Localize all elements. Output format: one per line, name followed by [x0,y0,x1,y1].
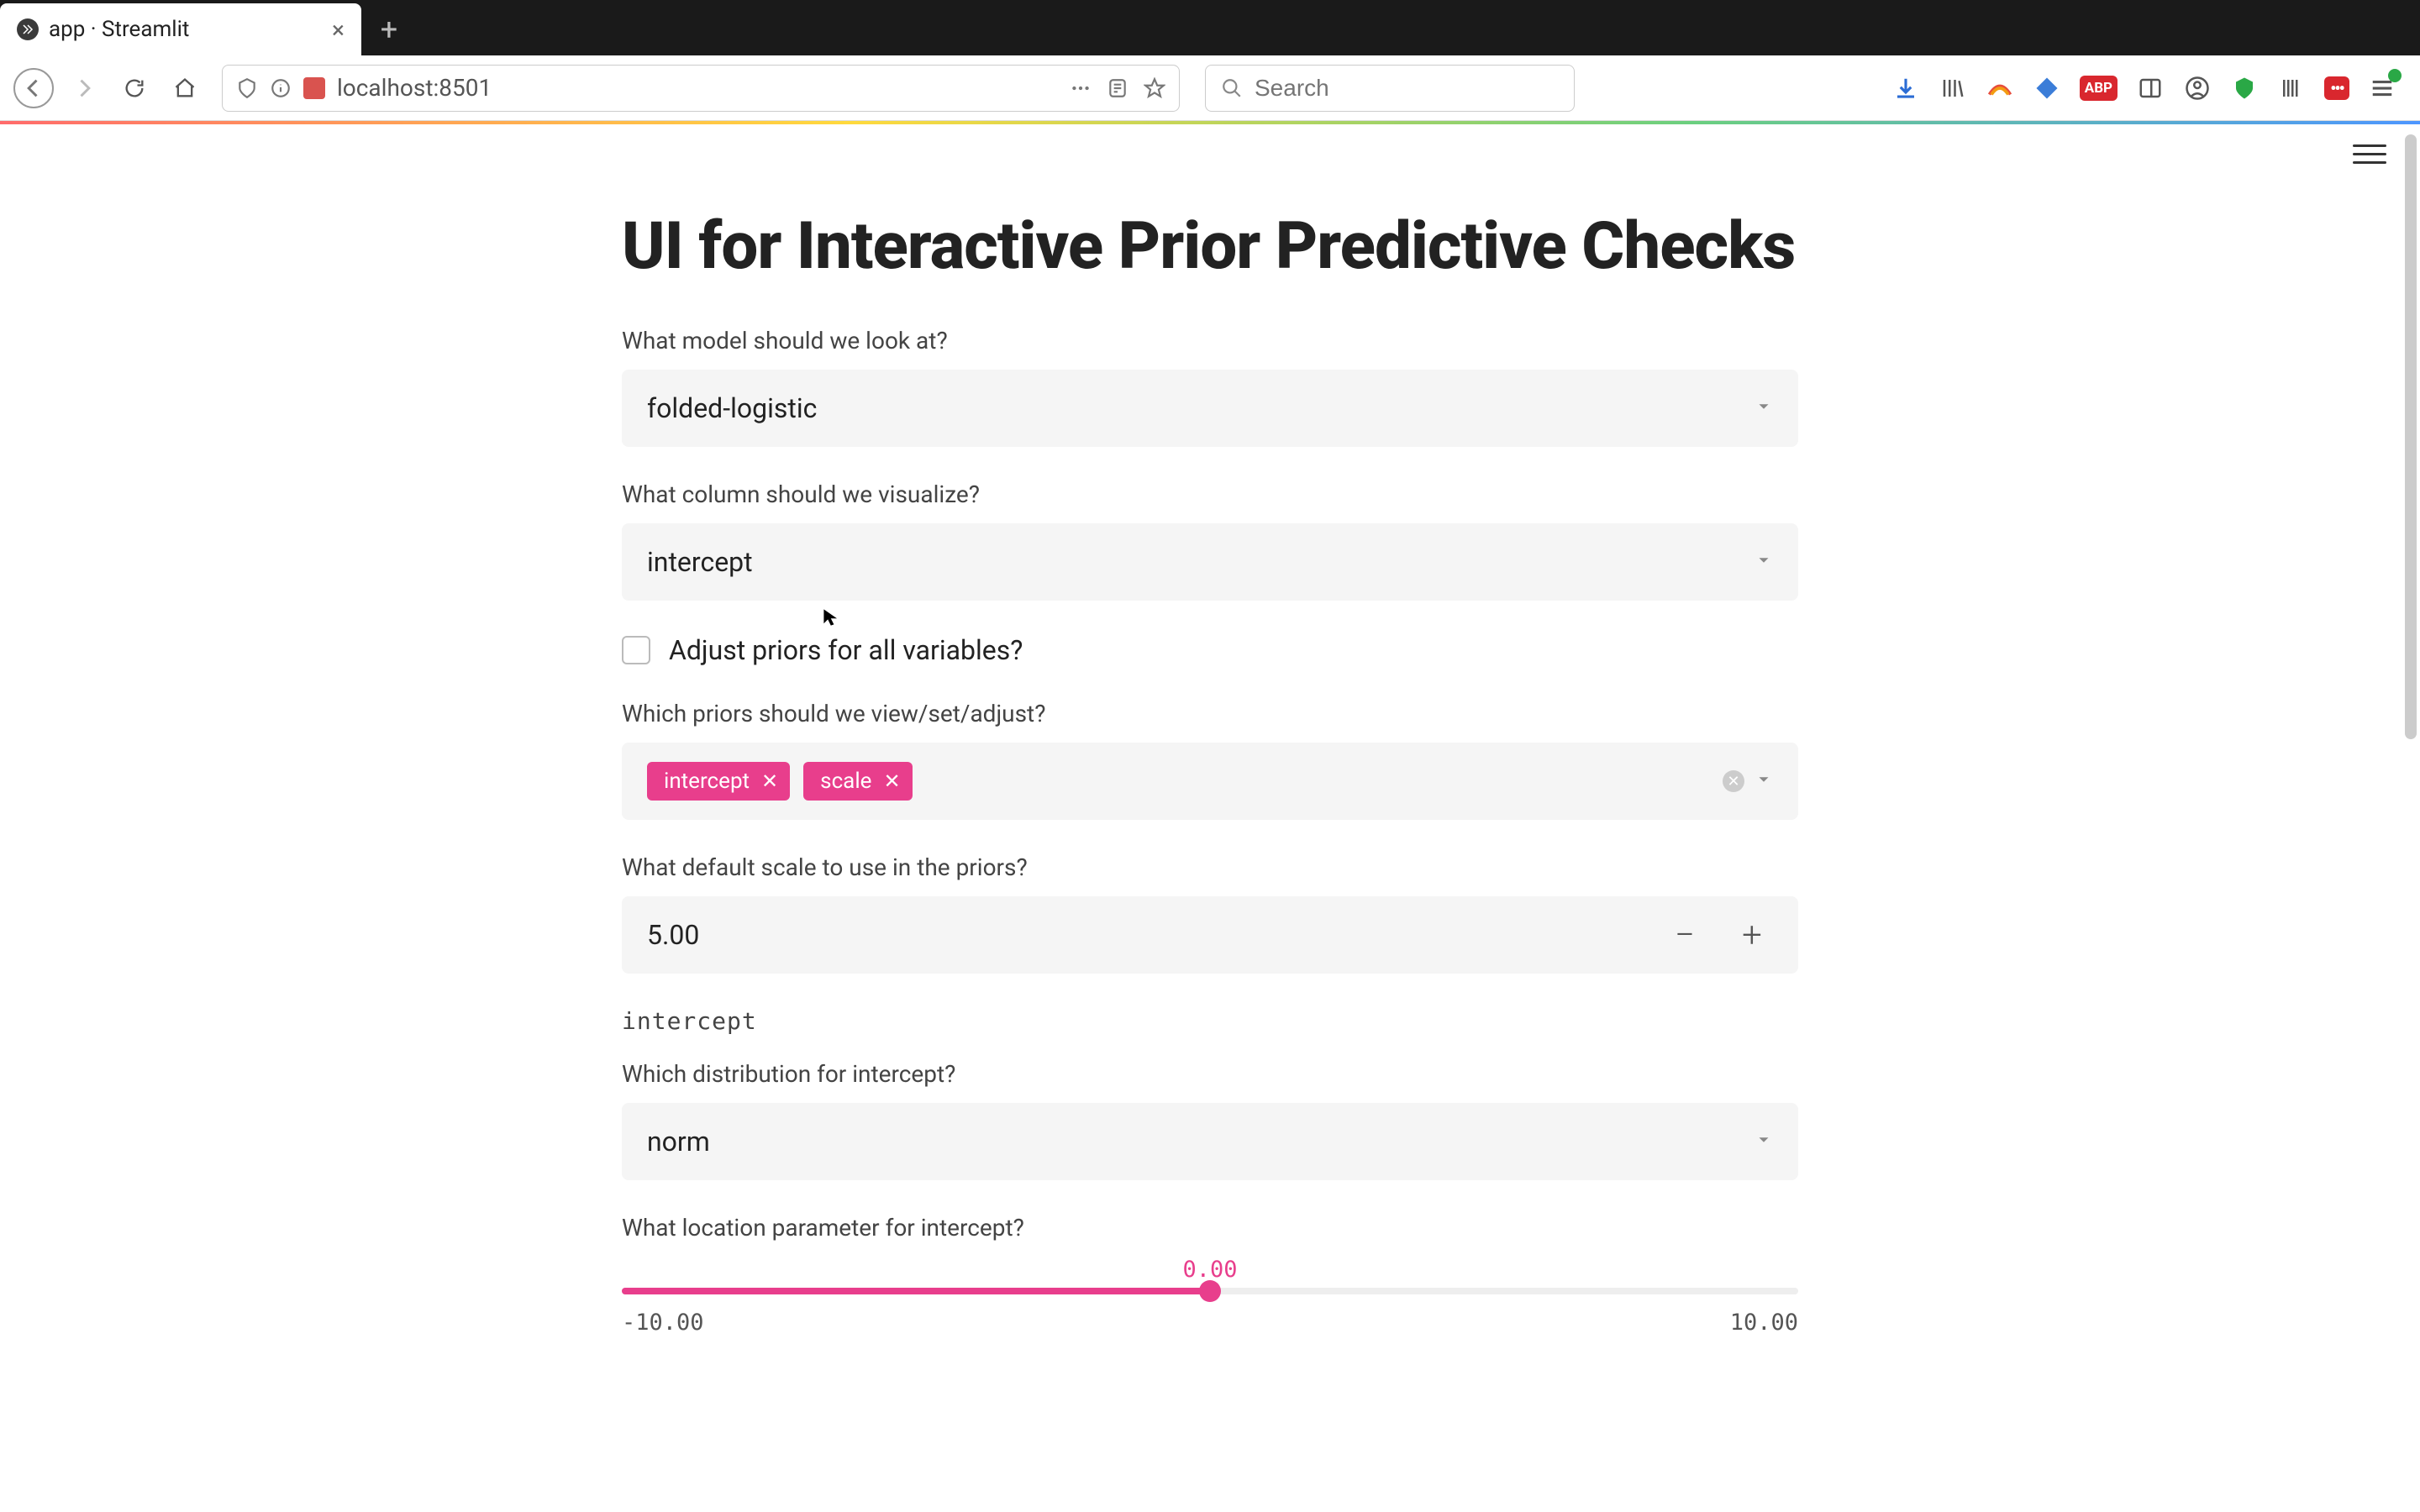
sidebar-icon[interactable] [2136,74,2165,102]
decrement-button[interactable]: − [1664,915,1706,956]
reload-button[interactable] [114,68,155,108]
dist-select[interactable]: norm [622,1103,1798,1180]
tab-favicon-icon [17,18,39,40]
slider-min: -10.00 [622,1310,704,1336]
toolbar-extensions: ABP ••• [1891,74,2407,102]
slider-track[interactable] [622,1288,1798,1294]
tag-remove-icon[interactable]: ✕ [883,769,900,793]
privacy-badger-icon[interactable] [2230,74,2259,102]
section-label: intercept [622,1007,1798,1035]
forward-button[interactable] [64,68,104,108]
url-text: localhost:8501 [337,74,1058,102]
search-input[interactable] [1255,75,1559,102]
new-tab-button[interactable]: + [361,3,417,55]
scale-value: 5.00 [647,919,1664,951]
search-icon [1221,77,1243,99]
scale-label: What default scale to use in the priors? [622,853,1798,881]
reader-icon[interactable] [1107,77,1128,99]
page-title: UI for Interactive Prior Predictive Chec… [622,208,1798,285]
tag-label: scale [820,769,871,794]
shield-icon[interactable] [236,77,258,99]
scale-number-input[interactable]: 5.00 − + [622,896,1798,974]
column-select[interactable]: intercept [622,523,1798,601]
extension-diamond-icon[interactable] [2033,74,2061,102]
container-icon[interactable] [303,77,325,99]
model-select[interactable]: folded-logistic [622,370,1798,447]
tab-bar: app · Streamlit × + [0,0,2420,55]
chevron-down-icon [1754,1131,1773,1152]
dist-select-value: norm [647,1126,1754,1158]
slider-max: 10.00 [1730,1310,1798,1336]
tab-close-icon[interactable]: × [332,16,345,44]
adjust-all-checkbox-row[interactable]: Adjust priors for all variables? [622,634,1798,666]
main-content: UI for Interactive Prior Predictive Chec… [622,183,1798,1336]
priors-multiselect[interactable]: intercept ✕ scale ✕ ✕ [622,743,1798,820]
tag-intercept[interactable]: intercept ✕ [647,762,790,801]
tag-label: intercept [664,769,750,794]
search-box[interactable] [1205,65,1575,112]
clear-all-icon[interactable]: ✕ [1723,770,1744,792]
adblock-icon[interactable]: ABP [2080,76,2118,101]
column-label: What column should we visualize? [622,480,1798,508]
loc-label: What location parameter for intercept? [622,1214,1798,1242]
account-icon[interactable] [2183,74,2212,102]
library-icon[interactable] [1939,74,1967,102]
column-select-value: intercept [647,546,1754,578]
bookmark-star-icon[interactable] [1144,77,1165,99]
cursor-icon [822,607,842,627]
meatballs-icon[interactable] [1070,77,1092,99]
priors-label: Which priors should we view/set/adjust? [622,700,1798,727]
downloads-icon[interactable] [1891,74,1920,102]
lastpass-icon[interactable]: ••• [2324,76,2349,100]
info-icon[interactable] [270,77,292,99]
dist-label: Which distribution for intercept? [622,1060,1798,1088]
tab-title: app · Streamlit [49,17,322,42]
app-menu-button[interactable] [2353,137,2386,171]
home-button[interactable] [165,68,205,108]
adjust-all-checkbox[interactable] [622,636,650,664]
slider-fill [622,1288,1210,1294]
vertical-scrollbar[interactable] [2405,134,2417,739]
extension-bars-icon[interactable] [2277,74,2306,102]
model-select-value: folded-logistic [647,392,1754,424]
browser-toolbar: localhost:8501 [0,55,2420,121]
slider-current-value: 0.00 [622,1257,1798,1283]
model-label: What model should we look at? [622,327,1798,354]
tag-remove-icon[interactable]: ✕ [761,769,778,793]
browser-chrome: app · Streamlit × + localhost:8501 [0,0,2420,124]
chevron-down-icon [1754,397,1773,419]
adjust-all-label: Adjust priors for all variables? [669,634,1023,666]
app-header [0,124,2420,183]
slider-thumb[interactable] [1199,1280,1221,1302]
increment-button[interactable]: + [1731,915,1773,956]
chevron-down-icon[interactable] [1754,770,1773,792]
loc-slider[interactable]: 0.00 -10.00 10.00 [622,1257,1798,1336]
url-bar[interactable]: localhost:8501 [222,65,1180,112]
chevron-down-icon [1754,551,1773,573]
tag-scale[interactable]: scale ✕ [803,762,912,801]
browser-tab[interactable]: app · Streamlit × [0,3,361,55]
extension-rainbow-icon[interactable] [1986,74,2014,102]
menu-icon[interactable] [2368,74,2396,102]
back-button[interactable] [13,68,54,108]
